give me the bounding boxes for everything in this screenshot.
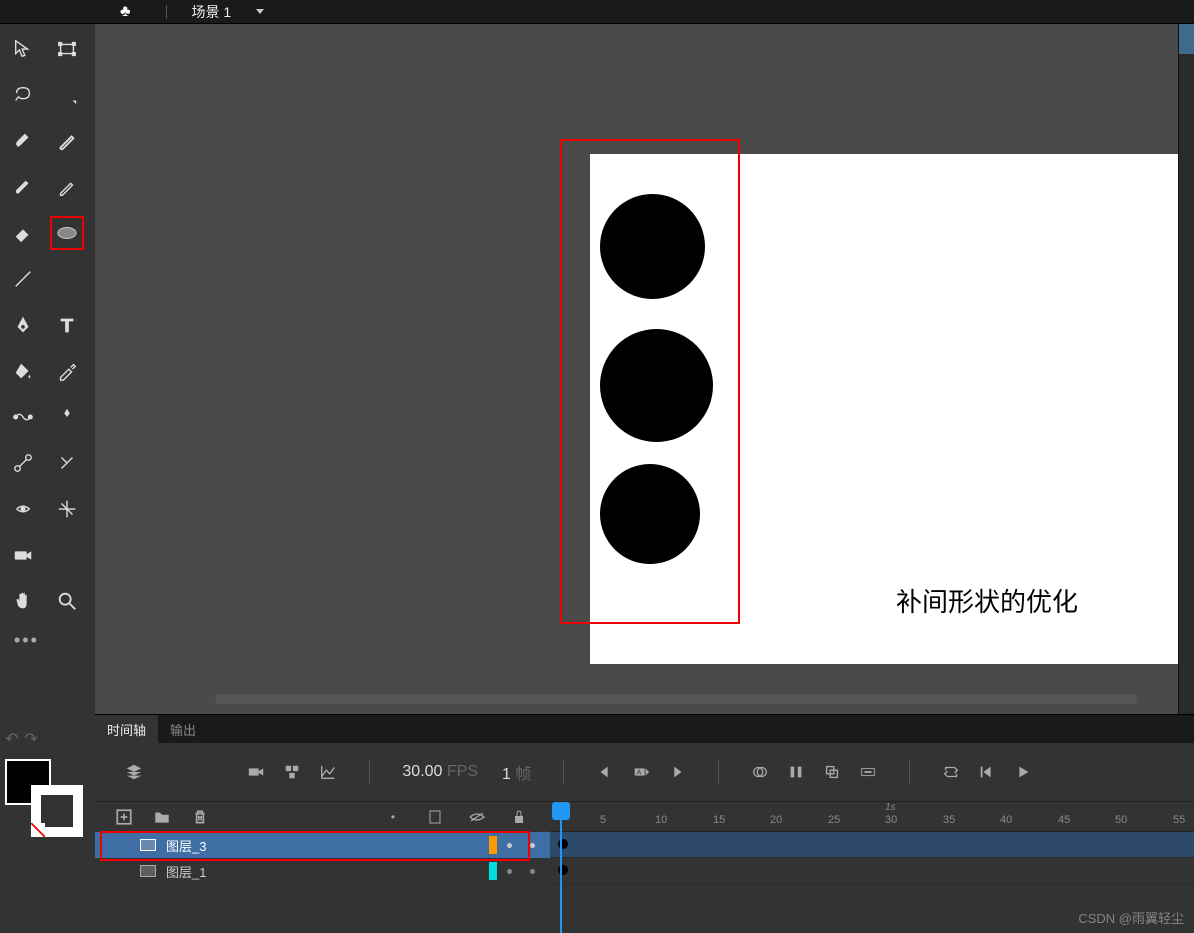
ruler-tick: 25 <box>828 814 840 826</box>
tools-panel: ••• <box>0 24 95 714</box>
panel-tabs: 时间轴 输出 <box>95 715 1194 743</box>
new-folder-button[interactable] <box>153 808 171 826</box>
selection-tool[interactable] <box>6 32 40 66</box>
highlight-column-icon[interactable]: • <box>382 810 404 824</box>
stroke-color-swatch[interactable] <box>31 785 83 837</box>
layer-color-marker[interactable] <box>489 836 497 854</box>
scene-selector[interactable]: ♣ 场景 1 <box>120 2 264 22</box>
play-button[interactable] <box>1014 763 1032 781</box>
layer-color-marker[interactable] <box>489 862 497 880</box>
layer-type-icon <box>140 839 156 851</box>
right-dock <box>1178 24 1194 714</box>
tab-timeline[interactable]: 时间轴 <box>95 715 158 744</box>
eyedropper-tool[interactable] <box>50 354 84 388</box>
keyframe-camera-icon[interactable] <box>247 763 265 781</box>
ruler-tick: 35 <box>943 814 955 826</box>
insert-frame-icon[interactable] <box>859 763 877 781</box>
next-frame-button[interactable] <box>668 763 686 781</box>
layer-row[interactable]: 图层_1 <box>95 858 550 884</box>
marker-icon[interactable] <box>823 763 841 781</box>
layer-name[interactable]: 图层_3 <box>166 836 479 855</box>
tab-output[interactable]: 输出 <box>158 715 208 744</box>
frame-track[interactable] <box>550 832 1194 858</box>
ruler-tick: 5 <box>600 814 606 826</box>
sub-tool-indicator <box>50 78 84 112</box>
ruler-tick: 20 <box>770 814 782 826</box>
lasso-tool[interactable] <box>6 78 40 112</box>
layer-type-icon <box>140 865 156 877</box>
goto-frame-button[interactable]: A <box>632 763 650 781</box>
frame-ruler[interactable]: 1s 2s 5 10 15 20 25 30 35 40 45 50 55 60 <box>550 802 1194 832</box>
width-tool[interactable] <box>6 492 40 526</box>
step-back-icon[interactable] <box>978 763 996 781</box>
top-bar: ♣ 场景 1 <box>0 0 1194 24</box>
layer-header: • <box>95 802 550 832</box>
frame-track[interactable] <box>550 858 1194 884</box>
frame-display[interactable]: 1 帧 <box>502 760 531 784</box>
zoom-tool[interactable] <box>50 584 84 618</box>
text-tool[interactable] <box>50 308 84 342</box>
paint-bucket-tool[interactable] <box>6 354 40 388</box>
hand-tool[interactable] <box>6 584 40 618</box>
loop-icon[interactable] <box>942 763 960 781</box>
layer-name[interactable]: 图层_1 <box>166 862 479 881</box>
redo-button[interactable]: ↷ <box>24 729 37 749</box>
free-transform-tool[interactable] <box>50 32 84 66</box>
oval-tool[interactable] <box>50 216 84 250</box>
layers-icon[interactable] <box>125 763 143 781</box>
ruler-tick: 50 <box>1115 814 1127 826</box>
timeline-panel: 时间轴 输出 30.00 FPS 1 帧 A <box>95 714 1194 933</box>
onion-skin-icon[interactable] <box>751 763 769 781</box>
ruler-tick: 30 <box>885 814 897 826</box>
divider <box>166 5 167 19</box>
scene-label: 场景 1 <box>192 2 232 22</box>
new-layer-button[interactable] <box>115 808 133 826</box>
eraser-tool[interactable] <box>6 216 40 250</box>
frame-view-icon[interactable] <box>283 763 301 781</box>
camera-tool[interactable] <box>6 538 40 572</box>
horizontal-scrollbar[interactable] <box>215 694 1138 704</box>
line-tool[interactable] <box>6 262 40 296</box>
3d-rotation-tool[interactable] <box>50 492 84 526</box>
watermark: CSDN @雨翼轻尘 <box>1078 908 1184 927</box>
canvas-text[interactable]: 补间形状的优化 <box>896 582 1078 619</box>
bind-tool[interactable] <box>50 446 84 480</box>
edit-multiple-frames-icon[interactable] <box>787 763 805 781</box>
annotation-box <box>560 139 740 624</box>
pin-tool[interactable] <box>50 400 84 434</box>
prev-frame-button[interactable] <box>596 763 614 781</box>
panel-handle[interactable] <box>1179 24 1194 54</box>
pencil-tool[interactable] <box>50 170 84 204</box>
stage[interactable]: 补间形状的优化 <box>95 24 1178 714</box>
fps-display[interactable]: 30.00 FPS <box>402 763 478 781</box>
playhead[interactable] <box>560 802 562 933</box>
more-tools[interactable]: ••• <box>6 630 89 651</box>
layer-list: • 图层_3 图层_1 <box>95 802 550 933</box>
svg-text:A: A <box>637 768 642 777</box>
ruler-tick: 55 <box>1173 814 1185 826</box>
ruler-tick: 40 <box>1000 814 1012 826</box>
lock-column-icon[interactable] <box>508 810 530 824</box>
delete-layer-button[interactable] <box>191 808 209 826</box>
undo-button[interactable]: ↶ <box>5 729 18 749</box>
scene-icon: ♣ <box>120 3 131 21</box>
color-panel: ↶ ↷ <box>0 714 95 933</box>
outline-column-icon[interactable] <box>424 810 446 824</box>
chevron-down-icon[interactable] <box>256 9 264 14</box>
ruler-tick: 15 <box>713 814 725 826</box>
ruler-tick: 10 <box>655 814 667 826</box>
bone-tool[interactable] <box>6 446 40 480</box>
ruler-tick: 45 <box>1058 814 1070 826</box>
visibility-column-icon[interactable] <box>466 811 488 823</box>
asset-warp-tool[interactable] <box>6 400 40 434</box>
graph-icon[interactable] <box>319 763 337 781</box>
pen-tool[interactable] <box>6 308 40 342</box>
layer-row[interactable]: 图层_3 <box>95 832 550 858</box>
ruler-second-label: 1s <box>885 802 896 813</box>
color-swatches[interactable] <box>5 759 85 839</box>
fluid-brush-tool[interactable] <box>6 124 40 158</box>
brush-tool[interactable] <box>50 124 84 158</box>
paint-brush-tool[interactable] <box>6 170 40 204</box>
timeline-toolbar: 30.00 FPS 1 帧 A <box>95 743 1194 801</box>
